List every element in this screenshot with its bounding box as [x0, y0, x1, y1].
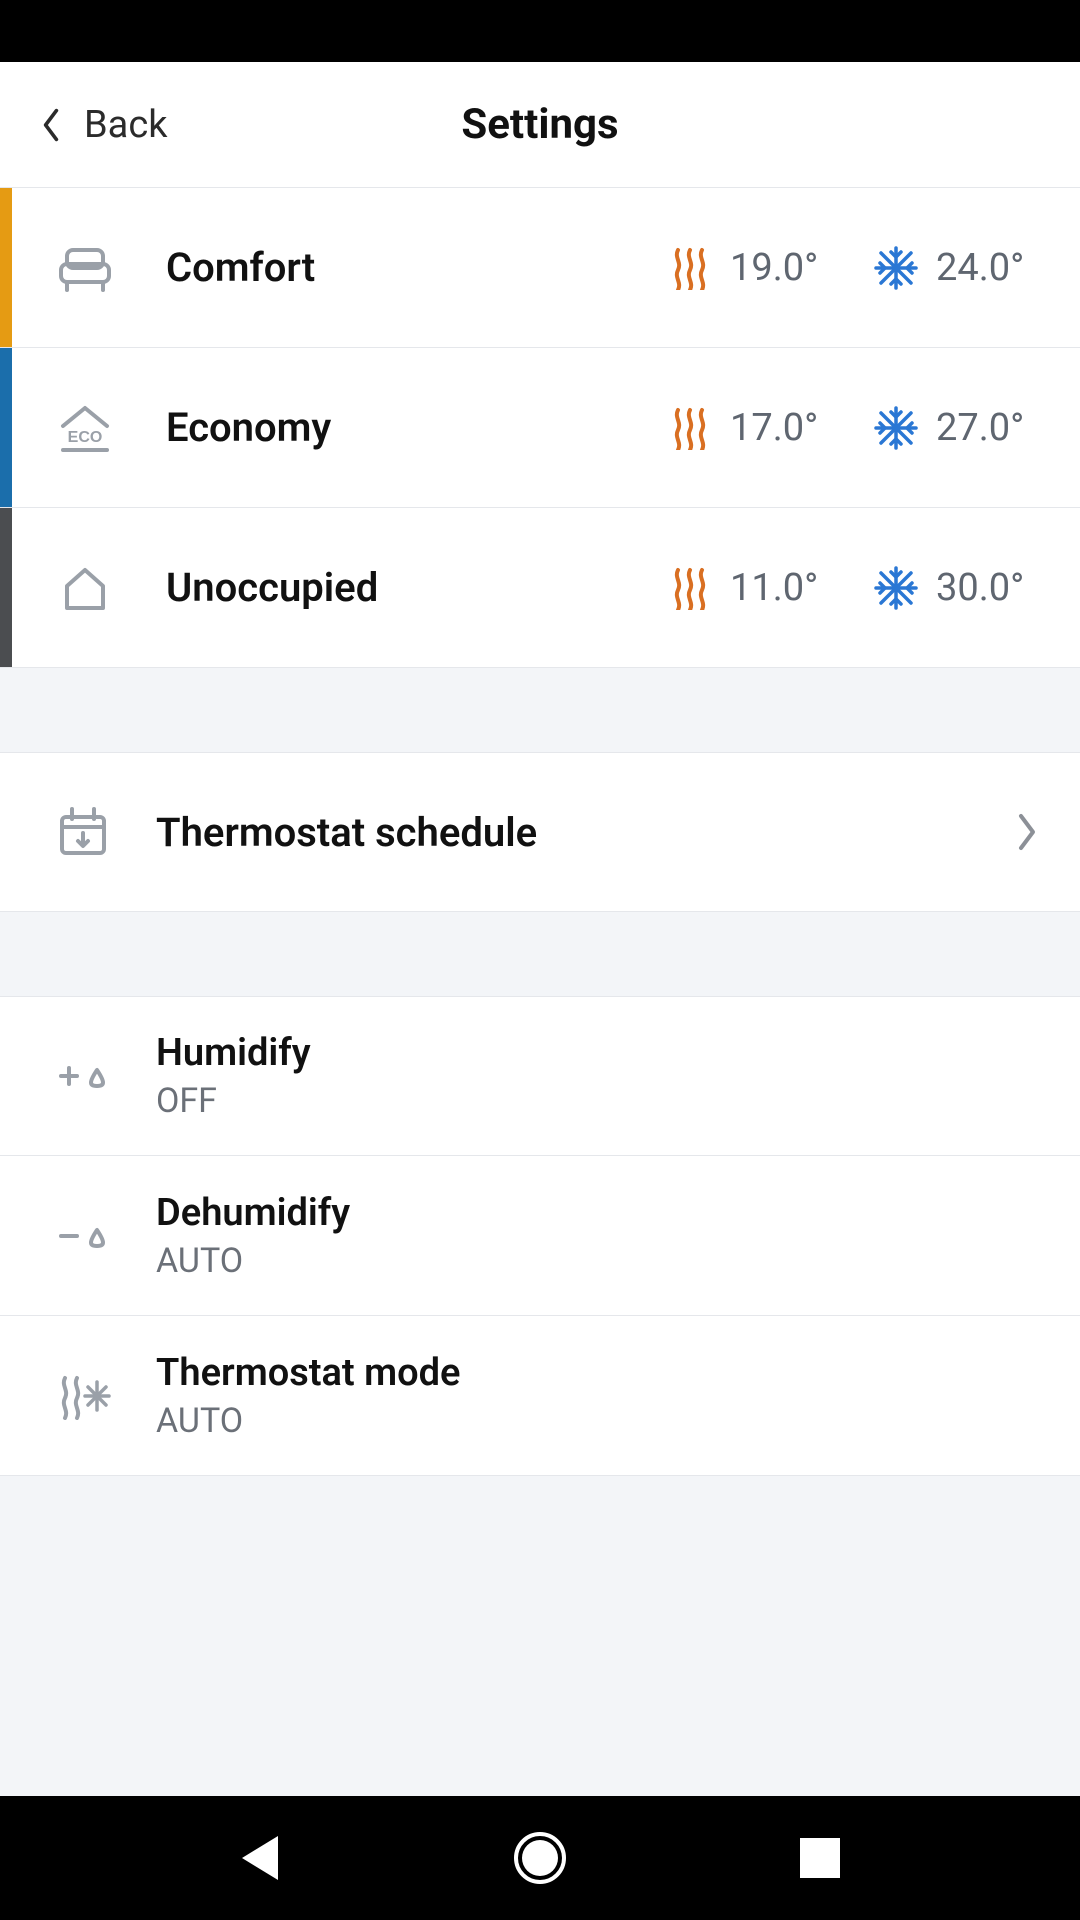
house-icon [50, 562, 120, 614]
setting-title: Dehumidify [156, 1191, 350, 1235]
snowflake-icon [874, 566, 918, 610]
settings-screen: Back Settings Comfort 19.0° [0, 62, 1080, 1796]
thermostat-schedule-row[interactable]: Thermostat schedule [0, 752, 1080, 912]
sofa-icon [50, 244, 120, 292]
setting-title: Humidify [156, 1031, 311, 1075]
square-recent-icon [800, 1838, 840, 1878]
cool-setpoint: 24.0° [874, 246, 1046, 290]
mode-row-comfort[interactable]: Comfort 19.0° [0, 188, 1080, 348]
mode-label: Comfort [166, 244, 668, 291]
mode-row-unoccupied[interactable]: Unoccupied 11.0° [0, 508, 1080, 668]
thermostat-mode-row[interactable]: Thermostat mode AUTO [0, 1316, 1080, 1476]
mode-row-economy[interactable]: ECO Economy 17.0° [0, 348, 1080, 508]
heat-icon [668, 246, 712, 290]
heat-setpoint: 17.0° [668, 406, 840, 450]
mode-label: Unoccupied [166, 564, 668, 611]
android-nav-bar [0, 1796, 1080, 1920]
cool-value: 30.0° [936, 566, 1046, 610]
calendar-icon [48, 805, 118, 859]
circle-home-icon [514, 1832, 566, 1884]
nav-home-button[interactable] [512, 1830, 568, 1886]
section-gap [0, 668, 1080, 752]
triangle-back-icon [242, 1836, 278, 1880]
setting-value: OFF [156, 1081, 311, 1121]
setting-value: AUTO [156, 1401, 460, 1441]
chevron-left-icon [40, 107, 62, 143]
setting-value: AUTO [156, 1241, 350, 1281]
eco-house-icon: ECO [50, 402, 120, 454]
mode-label: Economy [166, 404, 668, 451]
status-bar [0, 0, 1080, 62]
heat-value: 17.0° [730, 406, 840, 450]
heat-setpoint: 11.0° [668, 566, 840, 610]
cool-setpoint: 30.0° [874, 566, 1046, 610]
thermostat-mode-icon [48, 1372, 118, 1420]
snowflake-icon [874, 246, 918, 290]
back-label: Back [84, 103, 168, 147]
nav-back-button[interactable] [232, 1830, 288, 1886]
heat-icon [668, 406, 712, 450]
heat-value: 19.0° [730, 246, 840, 290]
humidify-icon [48, 1056, 118, 1096]
mode-color-bar [0, 348, 12, 507]
mode-color-bar [0, 508, 12, 667]
heat-value: 11.0° [730, 566, 840, 610]
dehumidify-icon [48, 1216, 118, 1256]
cool-value: 27.0° [936, 406, 1046, 450]
header: Back Settings [0, 62, 1080, 188]
humidify-row[interactable]: Humidify OFF [0, 996, 1080, 1156]
mode-color-bar [0, 188, 12, 347]
snowflake-icon [874, 406, 918, 450]
heat-icon [668, 566, 712, 610]
svg-text:ECO: ECO [68, 429, 103, 446]
cool-setpoint: 27.0° [874, 406, 1046, 450]
setting-title: Thermostat mode [156, 1351, 460, 1395]
dehumidify-row[interactable]: Dehumidify AUTO [0, 1156, 1080, 1316]
heat-setpoint: 19.0° [668, 246, 840, 290]
cool-value: 24.0° [936, 246, 1046, 290]
section-gap [0, 912, 1080, 996]
chevron-right-icon [1014, 812, 1040, 852]
back-button[interactable]: Back [40, 103, 168, 147]
nav-recent-button[interactable] [792, 1830, 848, 1886]
schedule-label: Thermostat schedule [156, 809, 1014, 856]
